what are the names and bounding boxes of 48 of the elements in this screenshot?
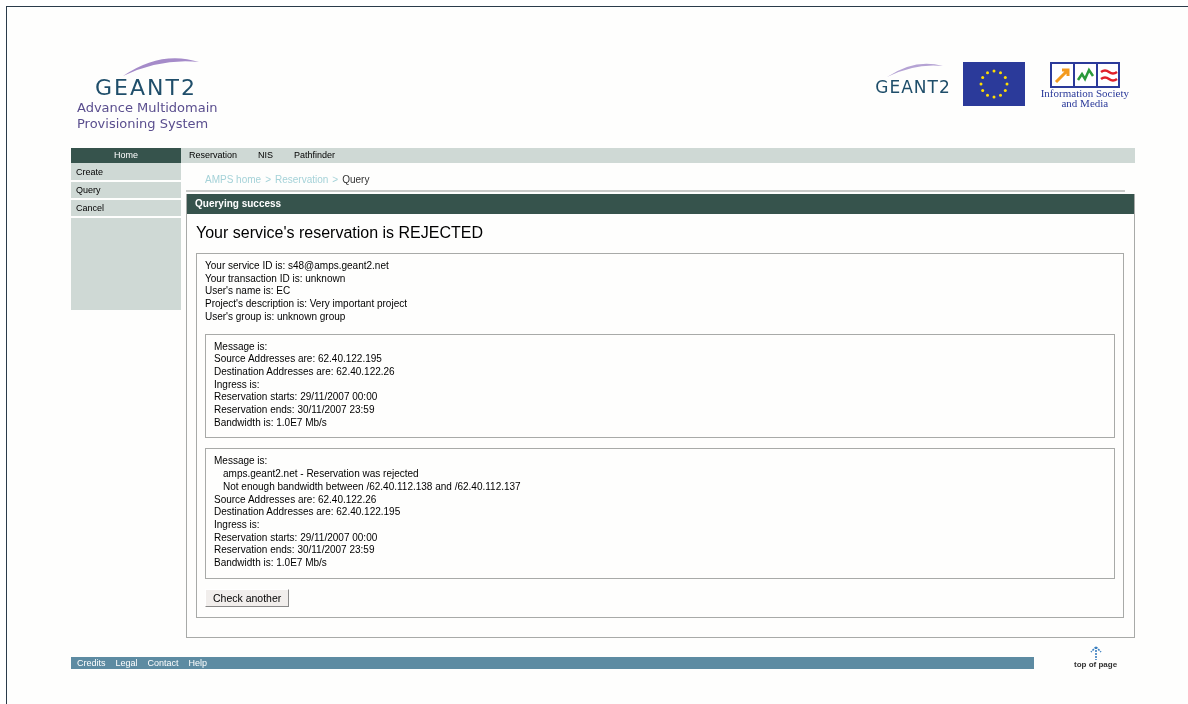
logo-caption: Information Society <box>1040 88 1129 98</box>
message-text: Destination Addresses are: 62.40.122.195 <box>214 506 402 519</box>
message-text: Bandwidth is: 1.0E7 Mb/s <box>214 416 328 430</box>
message-text: Reservation ends: 30/11/2007 23:59 <box>214 404 376 417</box>
footer-link[interactable]: Legal <box>115 657 138 669</box>
info-text: Your transaction ID is: unknown <box>205 272 347 286</box>
footer-link[interactable]: Help <box>188 657 208 669</box>
up-arrow-icon <box>1089 646 1102 660</box>
message-text: Reservation starts: 29/11/2007 00:00 <box>214 531 379 545</box>
message-text: Source Addresses are: 62.40.122.195 <box>214 353 383 366</box>
logo-tagline: Advance Multidomain <box>77 100 218 116</box>
top-of-page-link[interactable]: top of page <box>1074 646 1118 669</box>
nav-tab[interactable]: NIS <box>258 148 283 163</box>
message-text: Not enough bandwidth between /62.40.112.138 and /62.40.112.137 <box>222 480 522 494</box>
check-another-button[interactable]: Check another <box>205 588 290 607</box>
squares-icon <box>1049 62 1120 88</box>
home-tab[interactable]: Home <box>71 148 181 163</box>
panel-header: Querying success <box>187 194 1134 214</box>
sidebar-item[interactable]: Create <box>71 164 181 182</box>
breadcrumb-separator: > <box>332 174 339 185</box>
info-text: Your service ID is: s48@amps.geant2.net <box>205 260 390 273</box>
message-text: Source Addresses are: 62.40.122.26 <box>214 493 378 507</box>
logo-caption: and Media <box>1061 98 1109 108</box>
logo-wordmark: GEANT2 <box>94 76 198 100</box>
message-text: Destination Addresses are: 62.40.122.26 <box>214 365 396 379</box>
footer-link[interactable]: Credits <box>77 657 106 669</box>
message-text: Reservation starts: 29/11/2007 00:00 <box>214 391 379 405</box>
message-text: Message is: <box>214 340 269 354</box>
status-heading: Your service's reservation is REJECTED <box>196 224 484 242</box>
logo-wordmark: GEANT2 <box>875 76 951 98</box>
info-text: Project's description is: Very important project <box>205 298 408 311</box>
message-text: Ingress is: <box>214 378 261 392</box>
flag-icon <box>962 62 1025 106</box>
breadcrumb-separator: > <box>265 174 271 185</box>
info-text: User's name is: EC <box>205 285 292 299</box>
message-text: Message is: <box>214 455 269 469</box>
logo-tagline: Provisioning System <box>77 116 210 132</box>
message-text: amps.geant2.net - Reservation was rejected <box>222 468 420 481</box>
message-text: Reservation ends: 30/11/2007 23:59 <box>214 544 376 558</box>
message-text: Bandwidth is: 1.0E7 Mb/s <box>214 557 328 570</box>
sidebar-item[interactable]: Query <box>71 182 181 200</box>
nav-tab[interactable]: Pathfinder <box>294 148 345 163</box>
footer-link[interactable]: Contact <box>147 657 179 669</box>
nav-tab[interactable]: Reservation <box>189 148 247 163</box>
sidebar-item[interactable]: Cancel <box>71 200 181 218</box>
info-text: User's group is: unknown group <box>205 310 347 324</box>
message-text: Ingress is: <box>214 518 261 532</box>
breadcrumb-current: Query <box>342 174 370 185</box>
